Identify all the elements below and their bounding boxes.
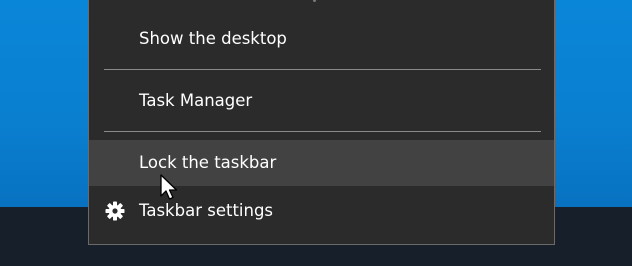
menu-item-label: Task Manager: [139, 91, 253, 110]
menu-item-partial: [89, 0, 554, 3]
menu-item-task-manager[interactable]: Task Manager: [89, 78, 554, 124]
menu-item-show-desktop[interactable]: Show the desktop: [89, 16, 554, 62]
menu-item-label: Show the desktop: [139, 29, 287, 48]
partial-glyph: [313, 0, 316, 2]
menu-item-taskbar-settings[interactable]: Taskbar settings: [89, 188, 554, 234]
taskbar-context-menu: Show the desktop Task Manager Lock the t…: [88, 0, 555, 245]
menu-separator: [104, 131, 541, 132]
menu-item-lock-taskbar[interactable]: Lock the taskbar: [89, 140, 554, 186]
mouse-pointer-icon: [160, 174, 178, 200]
menu-separator: [104, 69, 541, 70]
gear-icon: [105, 201, 125, 221]
